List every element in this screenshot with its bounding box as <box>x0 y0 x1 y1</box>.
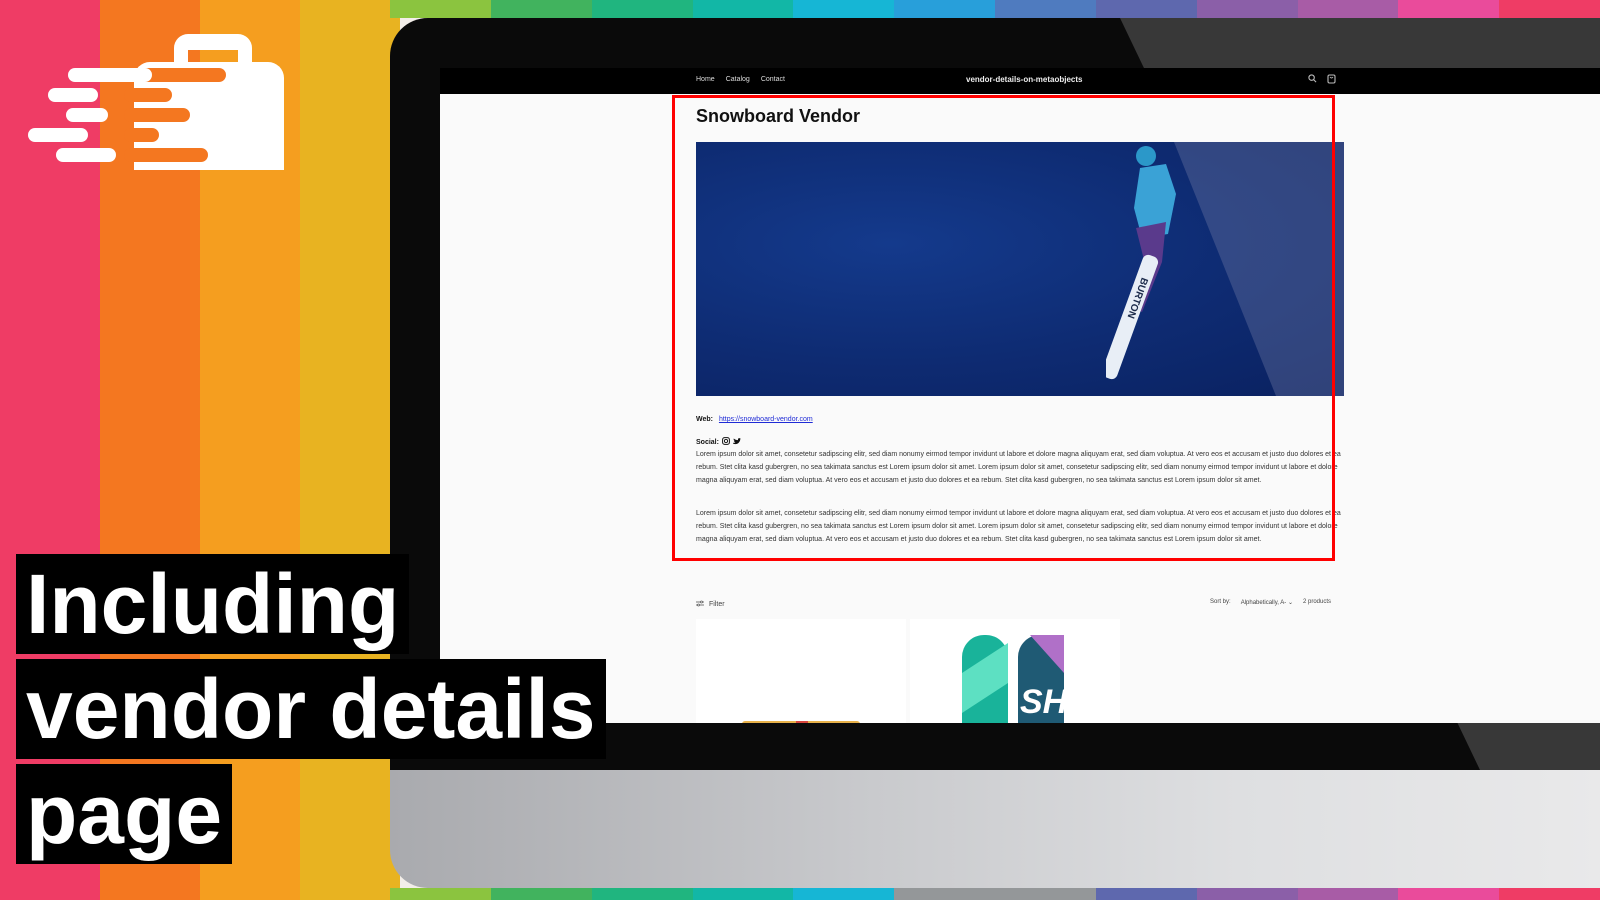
rainbow-stripe-segment <box>692 888 794 900</box>
nav-link-contact[interactable]: Contact <box>761 76 785 83</box>
headline-line-1: Including <box>16 554 410 654</box>
rainbow-stripe-segment <box>793 888 895 900</box>
sort-value: Alphabetically, A- <box>1240 600 1287 606</box>
product-card[interactable]: SH <box>910 619 1120 723</box>
product-image-accent <box>796 721 808 723</box>
rainbow-stripe-segment <box>1095 0 1197 18</box>
filter-button[interactable]: Filter <box>696 600 725 609</box>
sort-controls: Sort by: Alphabetically, A- ⌄ 2 products <box>1210 599 1331 606</box>
rainbow-stripe-segment <box>995 0 1096 18</box>
rainbow-stripe-segment <box>490 0 592 18</box>
filter-label: Filter <box>709 601 725 608</box>
main-nav: Home Catalog Contact <box>696 76 785 83</box>
store-header: Home Catalog Contact vendor-details-on-m… <box>440 68 1600 94</box>
laptop-base <box>390 770 1600 888</box>
product-card[interactable] <box>696 619 906 723</box>
rainbow-stripe-segment <box>995 888 1096 900</box>
rainbow-stripe-segment <box>894 0 996 18</box>
product-count: 2 products <box>1302 599 1332 605</box>
rainbow-stripe-segment <box>1499 888 1600 900</box>
rainbow-stripe-segment <box>1398 888 1500 900</box>
rainbow-stripe-segment <box>1499 0 1600 18</box>
vendor-details-highlight-box <box>672 95 1335 561</box>
rainbow-stripe-segment <box>1196 888 1298 900</box>
board-graphic-text: SH <box>1020 683 1069 721</box>
sort-select[interactable]: Alphabetically, A- ⌄ <box>1241 599 1293 606</box>
nav-link-home[interactable]: Home <box>696 76 715 83</box>
rainbow-stripe-segment <box>591 0 693 18</box>
briefcase-speed-icon <box>28 34 284 170</box>
cart-icon[interactable] <box>1327 74 1336 87</box>
headline-line-3: page <box>16 764 233 864</box>
filter-sliders-icon <box>696 600 704 609</box>
chevron-down-icon: ⌄ <box>1287 600 1293 606</box>
sort-label: Sort by: <box>1210 599 1231 605</box>
rainbow-stripe-segment <box>390 888 491 900</box>
rainbow-stripe-segment <box>692 0 794 18</box>
rainbow-stripe-segment <box>1196 0 1298 18</box>
rainbow-stripe-segment <box>1297 0 1399 18</box>
bg-stripe-yellow <box>300 0 400 900</box>
rainbow-stripe-segment <box>490 888 592 900</box>
nav-link-catalog[interactable]: Catalog <box>726 76 750 83</box>
rainbow-stripe-segment <box>793 0 895 18</box>
rainbow-stripe-segment <box>390 0 491 18</box>
rainbow-stripe-segment <box>1297 888 1399 900</box>
rainbow-stripe-segment <box>894 888 996 900</box>
headline-line-2: vendor details <box>16 659 606 759</box>
site-title[interactable]: vendor-details-on-metaobjects <box>966 75 1082 84</box>
rainbow-stripe-segment <box>1398 0 1500 18</box>
browser-screen: Home Catalog Contact vendor-details-on-m… <box>440 68 1600 723</box>
rainbow-stripe-segment <box>591 888 693 900</box>
search-icon[interactable] <box>1308 74 1317 87</box>
rainbow-stripe-segment <box>1095 888 1197 900</box>
snowboard-product-image: SH <box>962 635 1069 723</box>
